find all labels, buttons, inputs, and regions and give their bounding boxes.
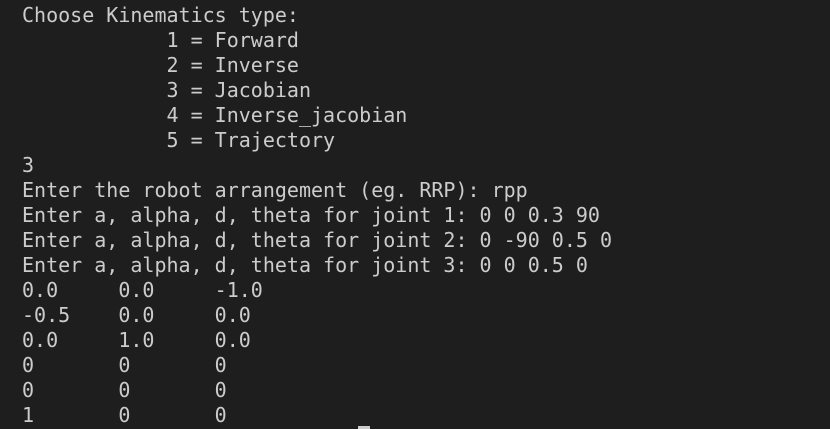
- robot-arrangement-input: Enter the robot arrangement (eg. RRP): r…: [22, 178, 528, 202]
- joint-1-input: Enter a, alpha, d, theta for joint 1: 0 …: [22, 203, 600, 227]
- option-jacobian: 3 = Jacobian: [22, 78, 311, 102]
- option-trajectory: 5 = Trajectory: [22, 128, 336, 152]
- jacobian-row: 0 0 0: [22, 378, 227, 402]
- option-forward: 1 = Forward: [22, 28, 299, 52]
- jacobian-row: -0.5 0.0 0.0: [22, 303, 251, 327]
- jacobian-row: 0.0 1.0 0.0: [22, 328, 251, 352]
- joint-2-input: Enter a, alpha, d, theta for joint 2: 0 …: [22, 228, 613, 252]
- joint-3-input: Enter a, alpha, d, theta for joint 3: 0 …: [22, 253, 588, 277]
- jacobian-row: 1 0 0: [22, 403, 227, 427]
- user-choice: 3: [22, 153, 35, 177]
- option-inverse: 2 = Inverse: [22, 53, 299, 77]
- jacobian-row: 0 0 0: [22, 353, 227, 377]
- prompt-kinematics-type: Choose Kinematics type:: [22, 3, 299, 27]
- option-inverse-jacobian: 4 = Inverse_jacobian: [22, 103, 408, 127]
- jacobian-row: 0.0 0.0 -1.0: [22, 278, 263, 302]
- terminal-output: Choose Kinematics type: 1 = Forward 2 = …: [22, 3, 612, 428]
